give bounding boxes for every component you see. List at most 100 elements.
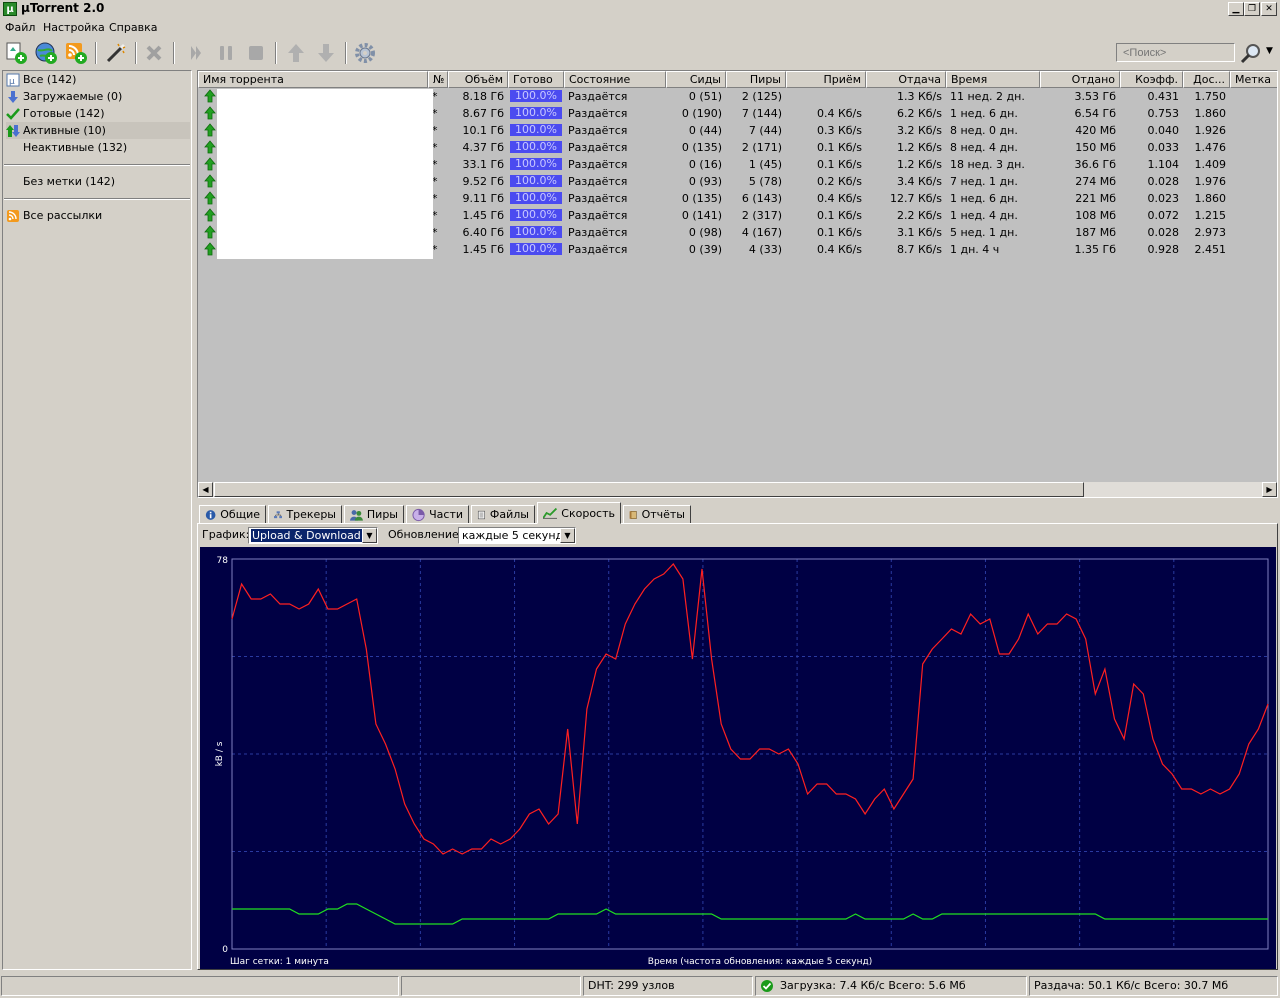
move-up-button[interactable] <box>283 40 309 66</box>
cell-avail: 2.973 <box>1194 226 1227 239</box>
scroll-left-icon[interactable]: ◀ <box>198 482 213 497</box>
cell-seeds: 0 (135) <box>681 192 722 205</box>
column-header[interactable]: Готово <box>508 71 564 88</box>
create-torrent-button[interactable] <box>103 40 129 66</box>
sidebar-item-label: Загружаемые (0) <box>23 90 123 103</box>
stop-button[interactable] <box>243 40 269 66</box>
toolbar-separator <box>345 42 347 64</box>
cell-size: 9.11 Гб <box>462 192 504 205</box>
horizontal-scrollbar[interactable]: ◀ ▶ <box>198 482 1277 497</box>
update-interval-select[interactable]: каждые 5 секунд ▼ <box>458 527 576 544</box>
cell-size: 8.18 Гб <box>462 90 504 103</box>
sidebar-item-inactive[interactable]: Неактивные (132) <box>6 139 190 156</box>
sidebar-item-no-label[interactable]: Без метки (142) <box>23 173 183 190</box>
minimize-button[interactable]: ▁ <box>1228 2 1244 16</box>
move-down-button[interactable] <box>313 40 339 66</box>
cell-size: 9.52 Гб <box>462 175 504 188</box>
cell-time: 1 нед. 4 дн. <box>950 209 1018 222</box>
cell-avail: 1.860 <box>1194 192 1227 205</box>
cell-time: 18 нед. 3 дн. <box>950 158 1025 171</box>
column-header[interactable]: Время <box>946 71 1040 88</box>
graph-type-select[interactable]: Upload & Download ▼ <box>248 527 378 544</box>
seeding-arrow-icon <box>204 89 216 103</box>
cell-up: 3.2 Кб/s <box>896 124 942 137</box>
toolbar-separator <box>173 42 175 64</box>
sidebar-item-active[interactable]: Активные (10) <box>6 122 190 139</box>
chevron-down-icon[interactable]: ▼ <box>362 528 377 543</box>
column-header[interactable]: Пиры <box>726 71 786 88</box>
tab-general[interactable]: Общие <box>199 505 266 524</box>
cell-status: Раздаётся <box>568 90 628 103</box>
play-icon <box>191 46 201 60</box>
column-header[interactable]: Сиды <box>666 71 726 88</box>
column-header[interactable]: Отдача <box>866 71 946 88</box>
download-status-text: Загрузка: 7.4 Кб/с Всего: 5.6 Мб <box>780 979 966 992</box>
graph-type-value: Upload & Download <box>251 529 362 542</box>
progress-bar: 100.0% <box>510 192 562 204</box>
cell-avail: 1.926 <box>1194 124 1227 137</box>
search-input[interactable] <box>1116 43 1235 62</box>
tab-pieces[interactable]: Части <box>406 505 469 524</box>
cell-seeds: 0 (39) <box>688 243 722 256</box>
cell-peers: 2 (171) <box>741 141 782 154</box>
column-header[interactable]: Метка <box>1230 71 1277 88</box>
grid-step-note: Шаг сетки: 1 минута <box>230 957 329 967</box>
svg-text:µ: µ <box>9 77 15 87</box>
column-header[interactable]: № <box>428 71 448 88</box>
preferences-button[interactable] <box>352 40 378 66</box>
sidebar-item-completed[interactable]: Готовые (142) <box>6 105 190 122</box>
scroll-right-icon[interactable]: ▶ <box>1262 482 1277 497</box>
cell-time: 8 нед. 4 дн. <box>950 141 1018 154</box>
sidebar-item-all-feeds[interactable]: Все рассылки <box>6 207 190 224</box>
cell-uploaded: 274 Мб <box>1075 175 1116 188</box>
menu-file[interactable]: Файл <box>5 21 35 34</box>
cell-uploaded: 420 Мб <box>1075 124 1116 137</box>
sidebar-item-downloading[interactable]: Загружаемые (0) <box>6 88 190 105</box>
add-torrent-button[interactable] <box>3 40 29 66</box>
upload-status[interactable]: Раздача: 50.1 Кб/с Всего: 30.7 Мб <box>1029 976 1278 996</box>
cell-avail: 1.215 <box>1194 209 1227 222</box>
scrollbar-thumb[interactable] <box>214 482 1084 497</box>
column-header[interactable]: Коэфф. <box>1120 71 1183 88</box>
cell-size: 33.1 Гб <box>462 158 504 171</box>
menu-help[interactable]: Справка <box>109 21 157 34</box>
cell-down: 0.2 Кб/s <box>816 175 862 188</box>
maximize-button[interactable]: ❐ <box>1244 2 1260 16</box>
add-rss-button[interactable] <box>63 40 89 66</box>
menu-settings[interactable]: Настройка <box>43 21 105 34</box>
sidebar-item-all[interactable]: µ Все (142) <box>6 71 190 88</box>
column-header[interactable]: Объём <box>448 71 508 88</box>
search-button[interactable] <box>1238 41 1264 67</box>
search-dropdown-arrow-icon[interactable]: ▼ <box>1266 46 1273 56</box>
tab-label: Пиры <box>366 508 398 521</box>
download-status[interactable]: Загрузка: 7.4 Кб/с Всего: 5.6 Мб <box>755 976 1027 996</box>
tab-peers[interactable]: Пиры <box>344 505 404 524</box>
cell-uploaded: 3.53 Гб <box>1074 90 1116 103</box>
start-button[interactable] <box>183 40 209 66</box>
cell-seeds: 0 (98) <box>688 226 722 239</box>
cell-num: * <box>432 90 438 103</box>
update-interval-value: каждые 5 секунд <box>462 529 564 542</box>
close-button[interactable]: ✕ <box>1261 2 1277 16</box>
seeding-arrow-icon <box>204 106 216 120</box>
column-header[interactable]: Имя торрента <box>198 71 428 88</box>
magnifier-icon <box>1240 44 1260 64</box>
graph-type-label: График: <box>202 528 250 541</box>
chevron-down-icon[interactable]: ▼ <box>560 528 575 543</box>
arrow-down-icon <box>318 44 334 62</box>
add-url-button[interactable] <box>33 40 59 66</box>
tab-speed[interactable]: Скорость <box>537 502 621 524</box>
column-header[interactable]: Состояние <box>564 71 666 88</box>
remove-button[interactable] <box>141 40 167 66</box>
column-header[interactable]: Дос... <box>1183 71 1230 88</box>
tab-logger[interactable]: Отчёты <box>623 505 691 524</box>
tab-files[interactable]: Файлы <box>471 505 535 524</box>
column-header[interactable]: Отдано <box>1040 71 1120 88</box>
torrent-list: Имя торрента № Объём Готово Состояние Сиды Пир… <box>197 70 1278 498</box>
column-header[interactable]: Приём <box>786 71 866 88</box>
add-torrent-icon <box>6 42 27 64</box>
dht-status[interactable]: DHT: 299 узлов <box>583 976 753 996</box>
pause-button[interactable] <box>213 40 239 66</box>
tab-trackers[interactable]: Трекеры <box>268 505 342 524</box>
cell-ratio: 0.072 <box>1147 209 1180 222</box>
